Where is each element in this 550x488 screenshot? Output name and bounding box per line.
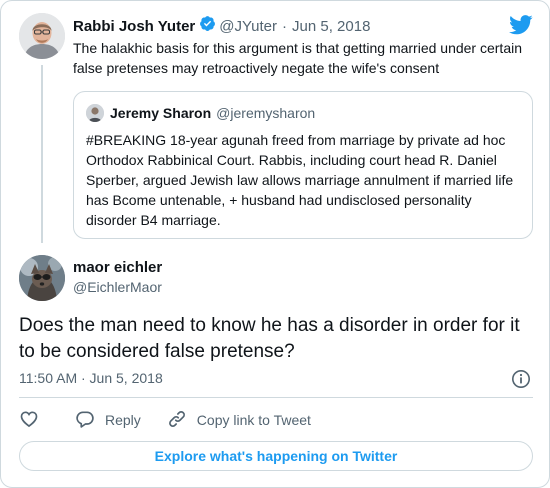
info-icon[interactable]: [511, 369, 531, 394]
divider: [19, 397, 533, 398]
main-tweet-header: maor eichler: [73, 259, 162, 277]
quoted-tweet-text: #BREAKING 18-year agunah freed from marr…: [86, 132, 514, 228]
avatar[interactable]: [19, 255, 65, 301]
parent-tweet-text: The halakhic basis for this argument is …: [73, 40, 523, 76]
author-handle[interactable]: @JYuter: [219, 18, 277, 35]
quoted-author-name: Jeremy Sharon: [110, 105, 212, 121]
parent-tweet-header: Rabbi Josh Yuter @JYuter · Jun 5, 2018: [73, 15, 370, 37]
quoted-tweet-header: Jeremy Sharon @jeremysharon: [86, 104, 315, 122]
main-tweet-text: Does the man need to know he has a disor…: [19, 315, 520, 362]
twitter-bird-icon[interactable]: [509, 15, 533, 40]
author-name[interactable]: maor eichler: [73, 259, 162, 276]
author-name[interactable]: Rabbi Josh Yuter: [73, 18, 195, 35]
reply-icon: [75, 409, 105, 432]
thread-connector: [41, 65, 43, 243]
quoted-tweet[interactable]: Jeremy Sharon @jeremysharon #BREAKING 18…: [73, 91, 533, 239]
reply-button[interactable]: Reply: [75, 409, 141, 432]
tweet-embed-card: Rabbi Josh Yuter @JYuter · Jun 5, 2018 T…: [0, 0, 550, 488]
tweet-date[interactable]: Jun 5, 2018: [292, 18, 370, 35]
verified-badge-icon: [199, 15, 216, 37]
link-icon: [167, 409, 197, 432]
heart-icon: [19, 409, 49, 432]
reply-label: Reply: [105, 412, 141, 428]
separator-dot: ·: [282, 17, 288, 35]
explore-twitter-button[interactable]: Explore what's happening on Twitter: [19, 441, 533, 471]
avatar: [86, 104, 104, 122]
avatar[interactable]: [19, 13, 65, 59]
copy-link-label: Copy link to Tweet: [196, 412, 311, 428]
like-button[interactable]: [19, 409, 49, 432]
tweet-actions: Reply Copy link to Tweet: [19, 410, 337, 430]
tweet-timestamp[interactable]: 11:50 AM · Jun 5, 2018: [19, 370, 163, 386]
copy-link-button[interactable]: Copy link to Tweet: [167, 409, 311, 432]
quoted-author-handle: @jeremysharon: [216, 105, 316, 121]
author-handle[interactable]: @EichlerMaor: [73, 279, 162, 295]
